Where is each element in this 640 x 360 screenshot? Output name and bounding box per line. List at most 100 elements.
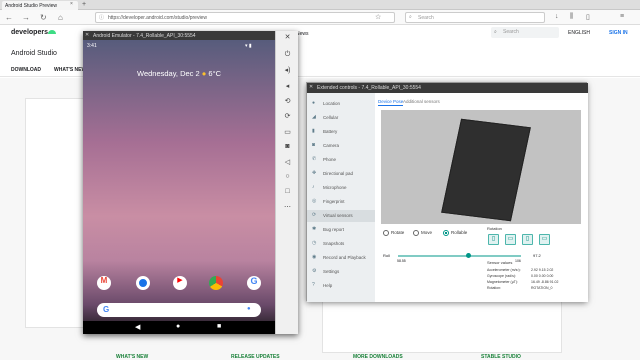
radio-selected-icon	[443, 230, 449, 236]
weather-text: 6°C	[208, 69, 221, 78]
gmail-icon[interactable]: M	[97, 276, 111, 290]
rotate-reverse-portrait-icon[interactable]: ▯	[522, 234, 533, 245]
roll-value: 97.2	[533, 253, 541, 258]
tab-device-pose[interactable]: Device Pose	[378, 99, 404, 106]
menu-settings[interactable]: ⚙ Settings	[307, 266, 375, 278]
search-bar[interactable]: Search	[405, 12, 545, 23]
mode-move-radio[interactable]: Move	[413, 230, 432, 236]
downloads-icon[interactable]: ↓	[555, 13, 559, 20]
device-model[interactable]	[441, 118, 531, 222]
menu-dpad[interactable]: ✥ Directional pad	[307, 168, 375, 180]
bug-icon: ✱	[312, 226, 317, 232]
forward-icon[interactable]: →	[22, 13, 30, 22]
menu-camera[interactable]: ◙ Camera	[307, 140, 375, 152]
url-bar[interactable]: https://developer.android.com/studio/pre…	[95, 12, 395, 23]
tab-additional-sensors[interactable]: Additional sensors	[403, 99, 440, 104]
camera-icon: ◙	[312, 142, 316, 148]
roll-min: 58.55	[397, 259, 406, 263]
back-icon[interactable]: ◀	[135, 323, 140, 331]
nav-whats-new[interactable]: WHAT'S NEW	[54, 67, 86, 73]
roll-label: Roll	[383, 253, 390, 258]
sensor-row: Rotation: ROTATION_0	[487, 286, 553, 290]
footer-link[interactable]: RELEASE UPDATES	[231, 354, 280, 360]
back-icon[interactable]: ←	[5, 13, 13, 22]
bookmark-icon[interactable]: ☆	[375, 13, 381, 21]
close-icon[interactable]: ✕	[85, 32, 89, 38]
camera-icon[interactable]: ◙	[276, 143, 299, 150]
extended-controls-title: Extended controls - 7.4_Rollable_API_30:…	[307, 83, 588, 93]
menu-snapshots[interactable]: ◷ Snapshots	[307, 238, 375, 250]
battery-icon: ▮	[312, 128, 315, 134]
close-icon[interactable]: ✕	[309, 84, 313, 90]
library-icon[interactable]: ⫼	[570, 13, 573, 21]
home-icon[interactable]: ●	[176, 323, 180, 330]
mode-rotate-radio[interactable]: Rotate	[383, 230, 404, 236]
footer-link[interactable]: MORE DOWNLOADS	[353, 354, 403, 360]
radio-icon	[413, 230, 419, 236]
site-search-input[interactable]: Search	[491, 27, 559, 38]
overview-icon[interactable]: □	[276, 188, 299, 195]
menu-help[interactable]: ? Help	[307, 280, 375, 292]
menu-icon[interactable]: ≡	[620, 13, 624, 20]
footer-link[interactable]: WHAT'S NEW	[116, 354, 148, 360]
volume-up-icon[interactable]: ◂)	[276, 66, 299, 74]
rotate-right-icon[interactable]: ⟳	[276, 112, 299, 120]
menu-virtual-sensors[interactable]: ⟳ Virtual sensors	[307, 210, 375, 222]
phone-screen[interactable]: 3:41 ▾ ▮ Wednesday, Dec 2 ● 6°C M ▶ G G …	[83, 40, 275, 334]
footer-link[interactable]: STABLE STUDIO	[481, 354, 521, 360]
info-icon[interactable]: ⓘ	[99, 14, 104, 21]
sign-in-link[interactable]: SIGN IN	[609, 30, 628, 36]
browser-tab[interactable]: Android Studio Preview	[2, 1, 78, 10]
google-search-bar[interactable]: G ●	[97, 303, 261, 317]
menu-fingerprint[interactable]: ◎ Fingerprint	[307, 196, 375, 208]
rotate-left-icon[interactable]: ⟲	[276, 97, 299, 105]
slider-handle[interactable]	[466, 253, 471, 258]
date-text: Wednesday, Dec 2	[137, 69, 200, 78]
menu-phone[interactable]: ✆ Phone	[307, 154, 375, 166]
nav-download[interactable]: DOWNLOAD	[11, 67, 41, 73]
rotation-label: Rotation	[487, 226, 502, 231]
language-select[interactable]: ENGLISH	[568, 30, 590, 36]
google-icon[interactable]: G	[247, 276, 261, 290]
extended-controls-window: Extended controls - 7.4_Rollable_API_30:…	[306, 82, 588, 302]
emulator-toolbar: ✕ ⏻ ◂) ◂ ⟲ ⟳ ▭ ◙ ◁ ○ □ ⋯	[275, 31, 298, 334]
home-icon[interactable]: ○	[276, 173, 299, 180]
sidebar-icon[interactable]: ▯	[586, 13, 590, 21]
menu-cellular[interactable]: ◢ Cellular	[307, 112, 375, 124]
dpad-icon: ✥	[312, 170, 317, 176]
rotate-reverse-landscape-icon[interactable]: ▭	[539, 234, 550, 245]
more-icon[interactable]: ⋯	[276, 203, 299, 211]
messages-icon[interactable]	[136, 276, 150, 290]
chrome-icon[interactable]	[209, 276, 223, 290]
menu-record[interactable]: ◉ Record and Playback	[307, 252, 375, 264]
rotate-landscape-icon[interactable]: ▭	[505, 234, 516, 245]
home-icon[interactable]: ⌂	[58, 13, 63, 22]
menu-location[interactable]: ● Location	[307, 98, 375, 110]
rotate-portrait-icon[interactable]: ▯	[488, 234, 499, 245]
help-icon: ?	[312, 282, 315, 288]
site-title: Android Studio	[11, 50, 57, 57]
menu-battery[interactable]: ▮ Battery	[307, 126, 375, 138]
volume-down-icon[interactable]: ◂	[276, 82, 299, 90]
device-pose-viewport[interactable]	[381, 110, 581, 224]
mode-rollable-radio[interactable]: Rollable	[443, 230, 467, 236]
emulator-title: Android Emulator - 7.4_Rollable_API_30:5…	[83, 31, 298, 40]
menu-microphone[interactable]: ♪ Microphone	[307, 182, 375, 194]
youtube-icon[interactable]: ▶	[173, 276, 187, 290]
close-tab-icon[interactable]: ×	[70, 1, 73, 7]
back-icon[interactable]: ◁	[276, 158, 299, 166]
android-logo-icon	[48, 30, 56, 34]
record-icon: ◉	[312, 254, 317, 260]
power-icon[interactable]: ⏻	[276, 51, 299, 59]
close-icon[interactable]: ✕	[276, 33, 299, 41]
reload-icon[interactable]: ↻	[40, 13, 47, 22]
extended-sidebar: ● Location ◢ Cellular ▮ Battery ◙ Camera ✆ Ph…	[307, 93, 375, 302]
overview-icon[interactable]: ■	[217, 323, 221, 330]
microphone-icon[interactable]: ●	[247, 306, 251, 312]
new-tab-button[interactable]: +	[82, 1, 86, 8]
screenshot-icon[interactable]: ▭	[276, 128, 299, 136]
menu-bug-report[interactable]: ✱ Bug report	[307, 224, 375, 236]
developers-logo[interactable]: developers	[11, 29, 48, 36]
roll-slider[interactable]	[398, 253, 521, 258]
microphone-icon: ♪	[312, 184, 315, 190]
